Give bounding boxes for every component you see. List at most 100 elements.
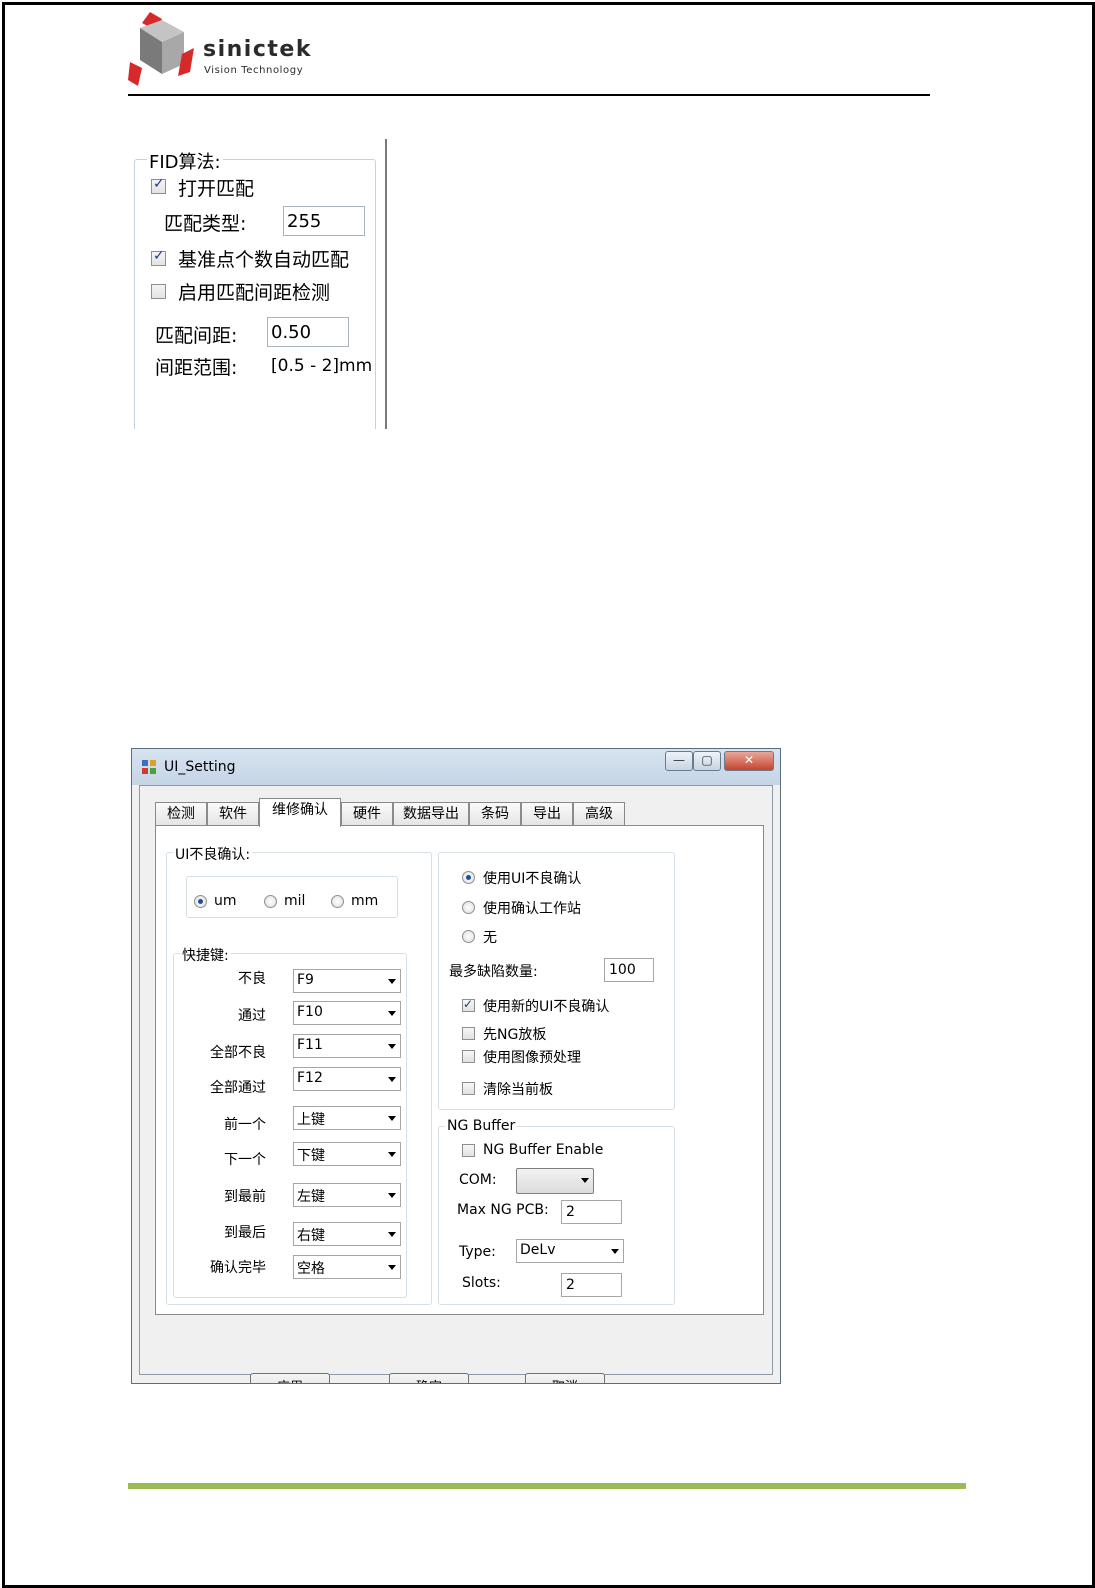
match-spacing-label: 匹配间距: xyxy=(155,325,238,347)
chevron-down-icon xyxy=(388,1077,396,1082)
ng-release-first-checkbox[interactable] xyxy=(462,1027,475,1040)
match-spacing-input[interactable]: 0.50 xyxy=(267,317,349,347)
logo-tagline: Vision Technology xyxy=(204,65,304,76)
chevron-down-icon xyxy=(388,1044,396,1049)
max-defects-input[interactable]: 100 xyxy=(604,958,654,982)
mode-none-radio[interactable] xyxy=(462,930,475,943)
mode-workstation-radio[interactable] xyxy=(462,901,475,914)
unit-mil-radio[interactable] xyxy=(264,895,277,908)
max-ng-pcb-input[interactable]: 2 xyxy=(561,1200,622,1224)
type-select[interactable]: DeLv xyxy=(516,1239,624,1263)
shortcut-done-select[interactable]: 空格 xyxy=(293,1255,401,1279)
tab-advanced[interactable]: 高级 xyxy=(573,802,625,826)
panel-divider xyxy=(385,139,387,429)
close-button[interactable]: ✕ xyxy=(724,751,774,771)
unit-um-radio[interactable] xyxy=(194,895,207,908)
max-defects-label: 最多缺陷数量: xyxy=(449,964,538,980)
chevron-down-icon xyxy=(611,1249,619,1254)
shortcut-pass-select[interactable]: F10 xyxy=(293,1001,401,1025)
max-ng-pcb-label: Max NG PCB: xyxy=(457,1202,549,1218)
app-icon xyxy=(142,760,156,774)
logo-name: sinictek xyxy=(203,37,312,62)
clear-board-label: 清除当前板 xyxy=(483,1082,553,1098)
shortcut-ng-select[interactable]: F9 xyxy=(293,969,401,993)
shortcut-ng-value: F9 xyxy=(297,972,314,988)
shortcut-last-select[interactable]: 右键 xyxy=(293,1222,401,1246)
shortcut-first-value: 左键 xyxy=(297,1189,325,1205)
clear-board-checkbox[interactable] xyxy=(462,1082,475,1095)
type-label: Type: xyxy=(459,1244,496,1260)
open-match-checkbox[interactable] xyxy=(151,176,166,194)
chevron-down-icon xyxy=(388,1116,396,1121)
shortcut-previous-select[interactable]: 上键 xyxy=(293,1106,401,1130)
window-title: UI_Setting xyxy=(164,759,236,775)
shortcut-label-ng: 不良 xyxy=(238,971,266,987)
shortcut-all-ng-value: F11 xyxy=(297,1037,323,1053)
mode-ui-confirm-radio[interactable] xyxy=(462,871,475,884)
mode-ui-confirm-label: 使用UI不良确认 xyxy=(483,871,582,887)
shortcut-label-pass: 通过 xyxy=(238,1008,266,1024)
shortcut-next-select[interactable]: 下键 xyxy=(293,1142,401,1166)
slots-label: Slots: xyxy=(462,1275,501,1291)
shortcut-all-pass-select[interactable]: F12 xyxy=(293,1067,401,1091)
unit-mm-radio[interactable] xyxy=(331,895,344,908)
ui-confirm-title: UI不良确认: xyxy=(173,844,253,864)
tab-software[interactable]: 软件 xyxy=(207,802,259,826)
slots-input[interactable]: 2 xyxy=(561,1273,622,1297)
tab-hardware[interactable]: 硬件 xyxy=(341,802,393,826)
ng-buffer-title: NG Buffer xyxy=(445,1118,518,1134)
ng-buffer-enable-checkbox[interactable] xyxy=(462,1144,475,1157)
footer-rule xyxy=(128,1483,966,1489)
chevron-down-icon xyxy=(388,1011,396,1016)
chevron-down-icon xyxy=(388,1265,396,1270)
shortcut-label-first: 到最前 xyxy=(224,1189,266,1205)
type-value: DeLv xyxy=(520,1242,556,1258)
shortcut-first-select[interactable]: 左键 xyxy=(293,1183,401,1207)
spacing-check-checkbox[interactable] xyxy=(151,284,166,299)
shortcut-all-ng-select[interactable]: F11 xyxy=(293,1034,401,1058)
unit-mil-label: mil xyxy=(284,893,306,909)
auto-match-checkbox[interactable] xyxy=(151,248,166,266)
minimize-button[interactable]: — xyxy=(665,751,693,771)
shortcut-done-value: 空格 xyxy=(297,1261,325,1277)
shortcut-label-previous: 前一个 xyxy=(224,1117,266,1133)
ng-release-first-label: 先NG放板 xyxy=(483,1027,547,1043)
match-type-input[interactable]: 255 xyxy=(283,206,365,236)
open-match-label: 打开匹配 xyxy=(178,178,255,200)
restore-button[interactable]: ▢ xyxy=(693,751,721,771)
tab-inspect[interactable]: 检测 xyxy=(155,802,207,826)
auto-match-label: 基准点个数自动匹配 xyxy=(178,249,350,271)
shortcut-label-next: 下一个 xyxy=(224,1152,266,1168)
new-ui-confirm-label: 使用新的UI不良确认 xyxy=(483,999,610,1015)
title-bar[interactable]: UI_Setting — ▢ ✕ xyxy=(132,749,780,785)
image-preprocess-checkbox[interactable] xyxy=(462,1050,475,1063)
shortcut-label-done: 确认完毕 xyxy=(210,1260,266,1276)
mode-workstation-label: 使用确认工作站 xyxy=(483,901,581,917)
tab-export[interactable]: 导出 xyxy=(521,802,573,826)
fid-settings-panel: FID算法: 打开匹配 匹配类型: 255 基准点个数自动匹配 启用匹配间距检测… xyxy=(134,139,388,429)
unit-mm-label: mm xyxy=(351,893,379,909)
new-ui-confirm-checkbox[interactable] xyxy=(462,997,475,1012)
shortcut-label-last: 到最后 xyxy=(224,1225,266,1241)
apply-button[interactable]: 应用 xyxy=(250,1373,330,1383)
match-type-label: 匹配类型: xyxy=(164,213,247,235)
tab-data-export[interactable]: 数据导出 xyxy=(393,802,469,826)
image-preprocess-label: 使用图像预处理 xyxy=(483,1050,581,1066)
ok-button[interactable]: 确定 xyxy=(389,1373,469,1383)
unit-um-label: um xyxy=(214,893,237,909)
tab-repair-confirm[interactable]: 维修确认 xyxy=(259,798,341,827)
com-label: COM: xyxy=(459,1172,497,1188)
shortcut-all-pass-value: F12 xyxy=(297,1070,323,1086)
mode-none-label: 无 xyxy=(483,930,497,946)
chevron-down-icon xyxy=(581,1178,589,1183)
header-rule xyxy=(128,94,930,96)
com-select[interactable] xyxy=(516,1168,594,1194)
shortcut-label-all-pass: 全部通过 xyxy=(210,1080,266,1096)
spacing-range-value: [0.5 - 2]mm xyxy=(271,356,373,376)
dialog-client: 检测 软件 维修确认 硬件 数据导出 条码 导出 高级 UI不良确认: um m… xyxy=(139,785,773,1383)
tab-barcode[interactable]: 条码 xyxy=(469,802,521,826)
chevron-down-icon xyxy=(388,1193,396,1198)
shortcut-previous-value: 上键 xyxy=(297,1112,325,1128)
shortcut-pass-value: F10 xyxy=(297,1004,323,1020)
cancel-button[interactable]: 取消 xyxy=(525,1373,605,1383)
